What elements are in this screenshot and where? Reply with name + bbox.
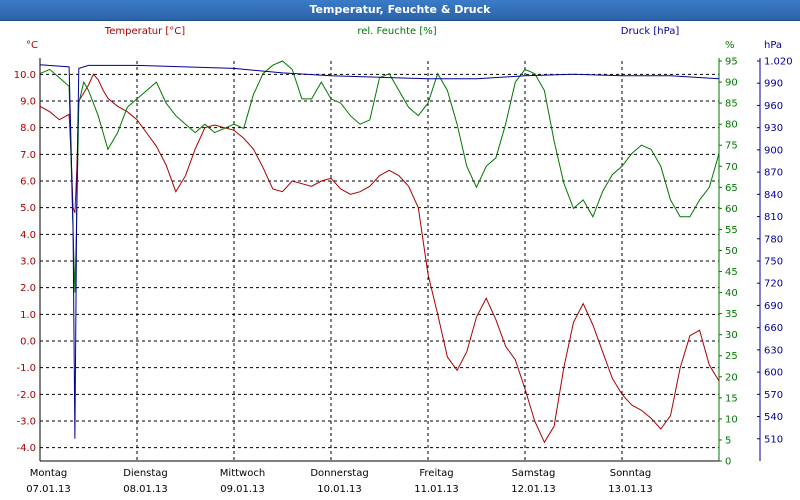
press-tick-label: 660 [764, 323, 783, 334]
x-tick-date: 10.01.13 [317, 484, 362, 495]
press-tick-label: 990 [764, 79, 783, 90]
temp-unit-label: °C [26, 40, 38, 51]
temp-tick-label: -1.0 [16, 363, 36, 374]
hum-tick-label: 10 [725, 414, 738, 425]
temp-tick-label: 2.0 [20, 283, 36, 294]
hum-unit-label: % [725, 40, 735, 51]
hum-tick-label: 50 [725, 246, 738, 257]
temp-tick-label: 9.0 [20, 97, 36, 108]
temp-tick-label: 7.0 [20, 150, 36, 161]
temp-tick-label: 5.0 [20, 203, 36, 214]
temp-tick-label: 10.0 [14, 70, 36, 81]
hum-tick-label: 35 [725, 309, 738, 320]
temp-series-line [39, 73, 720, 444]
axes [39, 58, 761, 462]
temp-tick-label: -2.0 [16, 390, 36, 401]
temp-tick-label: 4.0 [20, 230, 36, 241]
press-series-line [39, 64, 720, 439]
hum-tick-label: 90 [725, 78, 738, 89]
hum-tick-label: 60 [725, 204, 738, 215]
x-tick-date: 09.01.13 [220, 484, 265, 495]
press-tick-label: 570 [764, 390, 783, 401]
chart-window: Temperatur, Feuchte & Druck 10.0 9.0 8.0 7.… [0, 0, 800, 500]
press-tick-label: 960 [764, 101, 783, 112]
x-tick-day: Dienstag [123, 468, 168, 479]
hum-tick-label: 65 [725, 183, 738, 194]
hum-tick-label: 5 [725, 435, 731, 446]
hum-tick-label: 55 [725, 225, 738, 236]
chart-area: 10.0 9.0 8.0 7.0 6.0 5.0 4.0 3.0 2.0 1.0 0.0 -1.0 -2… [14, 26, 793, 495]
hum-tick-label: 45 [725, 267, 738, 278]
legend-press: Druck [hPa] [621, 26, 680, 37]
x-tick-day: Mittwoch [220, 468, 265, 479]
hum-tick-label: 30 [725, 330, 738, 341]
hum-tick-label: 85 [725, 99, 738, 110]
press-tick-label: 930 [764, 123, 783, 134]
series-lines [39, 60, 720, 444]
hum-tick-label: 70 [725, 162, 738, 173]
hum-tick-label: 80 [725, 120, 738, 131]
x-tick-date: 13.01.13 [608, 484, 653, 495]
x-tick-day: Donnerstag [310, 468, 368, 479]
press-tick-label: 720 [764, 279, 783, 290]
press-tick-label: 780 [764, 234, 783, 245]
hum-tick-label: 75 [725, 141, 738, 152]
legend-temp: Temperatur [°C] [104, 26, 185, 37]
press-tick-label: 900 [764, 145, 783, 156]
hum-tick-label: 15 [725, 393, 738, 404]
hum-tick-label: 20 [725, 372, 738, 383]
temp-tick-label: 8.0 [20, 123, 36, 134]
temp-tick-label: -3.0 [16, 417, 36, 428]
press-tick-label: 840 [764, 190, 783, 201]
hum-tick-label: 25 [725, 351, 738, 362]
press-tick-label: 810 [764, 212, 783, 223]
temp-tick-label: -4.0 [16, 443, 36, 454]
x-tick-date: 11.01.13 [414, 484, 459, 495]
temp-tick-label: 6.0 [20, 177, 36, 188]
temp-tick-label: 0.0 [20, 337, 36, 348]
hum-tick-label: 95 [725, 57, 738, 68]
x-tick-date: 12.01.13 [511, 484, 556, 495]
press-tick-label: 630 [764, 345, 783, 356]
hum-tick-label: 0 [725, 457, 731, 468]
press-unit-label: hPa [764, 40, 782, 51]
x-tick-date: 07.01.13 [26, 484, 71, 495]
x-tick-date: 08.01.13 [123, 484, 168, 495]
x-tick-day: Freitag [419, 468, 453, 479]
press-tick-label: 870 [764, 168, 783, 179]
temp-tick-label: 3.0 [20, 257, 36, 268]
x-tick-day: Montag [30, 468, 67, 479]
press-tick-label: 750 [764, 257, 783, 268]
legend-hum: rel. Feuchte [%] [357, 26, 436, 37]
window-title: Temperatur, Feuchte & Druck [0, 0, 800, 21]
grid [40, 61, 719, 461]
hum-series-line [39, 60, 720, 293]
hum-tick-label: 40 [725, 288, 738, 299]
press-tick-label: 600 [764, 368, 783, 379]
x-tick-day: Samstag [512, 468, 556, 479]
x-tick-day: Sonntag [610, 468, 652, 479]
temp-tick-label: 1.0 [20, 310, 36, 321]
press-tick-label: 510 [764, 434, 783, 445]
press-tick-label: 540 [764, 412, 783, 423]
press-tick-label: 1.020 [764, 57, 793, 68]
press-tick-label: 690 [764, 301, 783, 312]
